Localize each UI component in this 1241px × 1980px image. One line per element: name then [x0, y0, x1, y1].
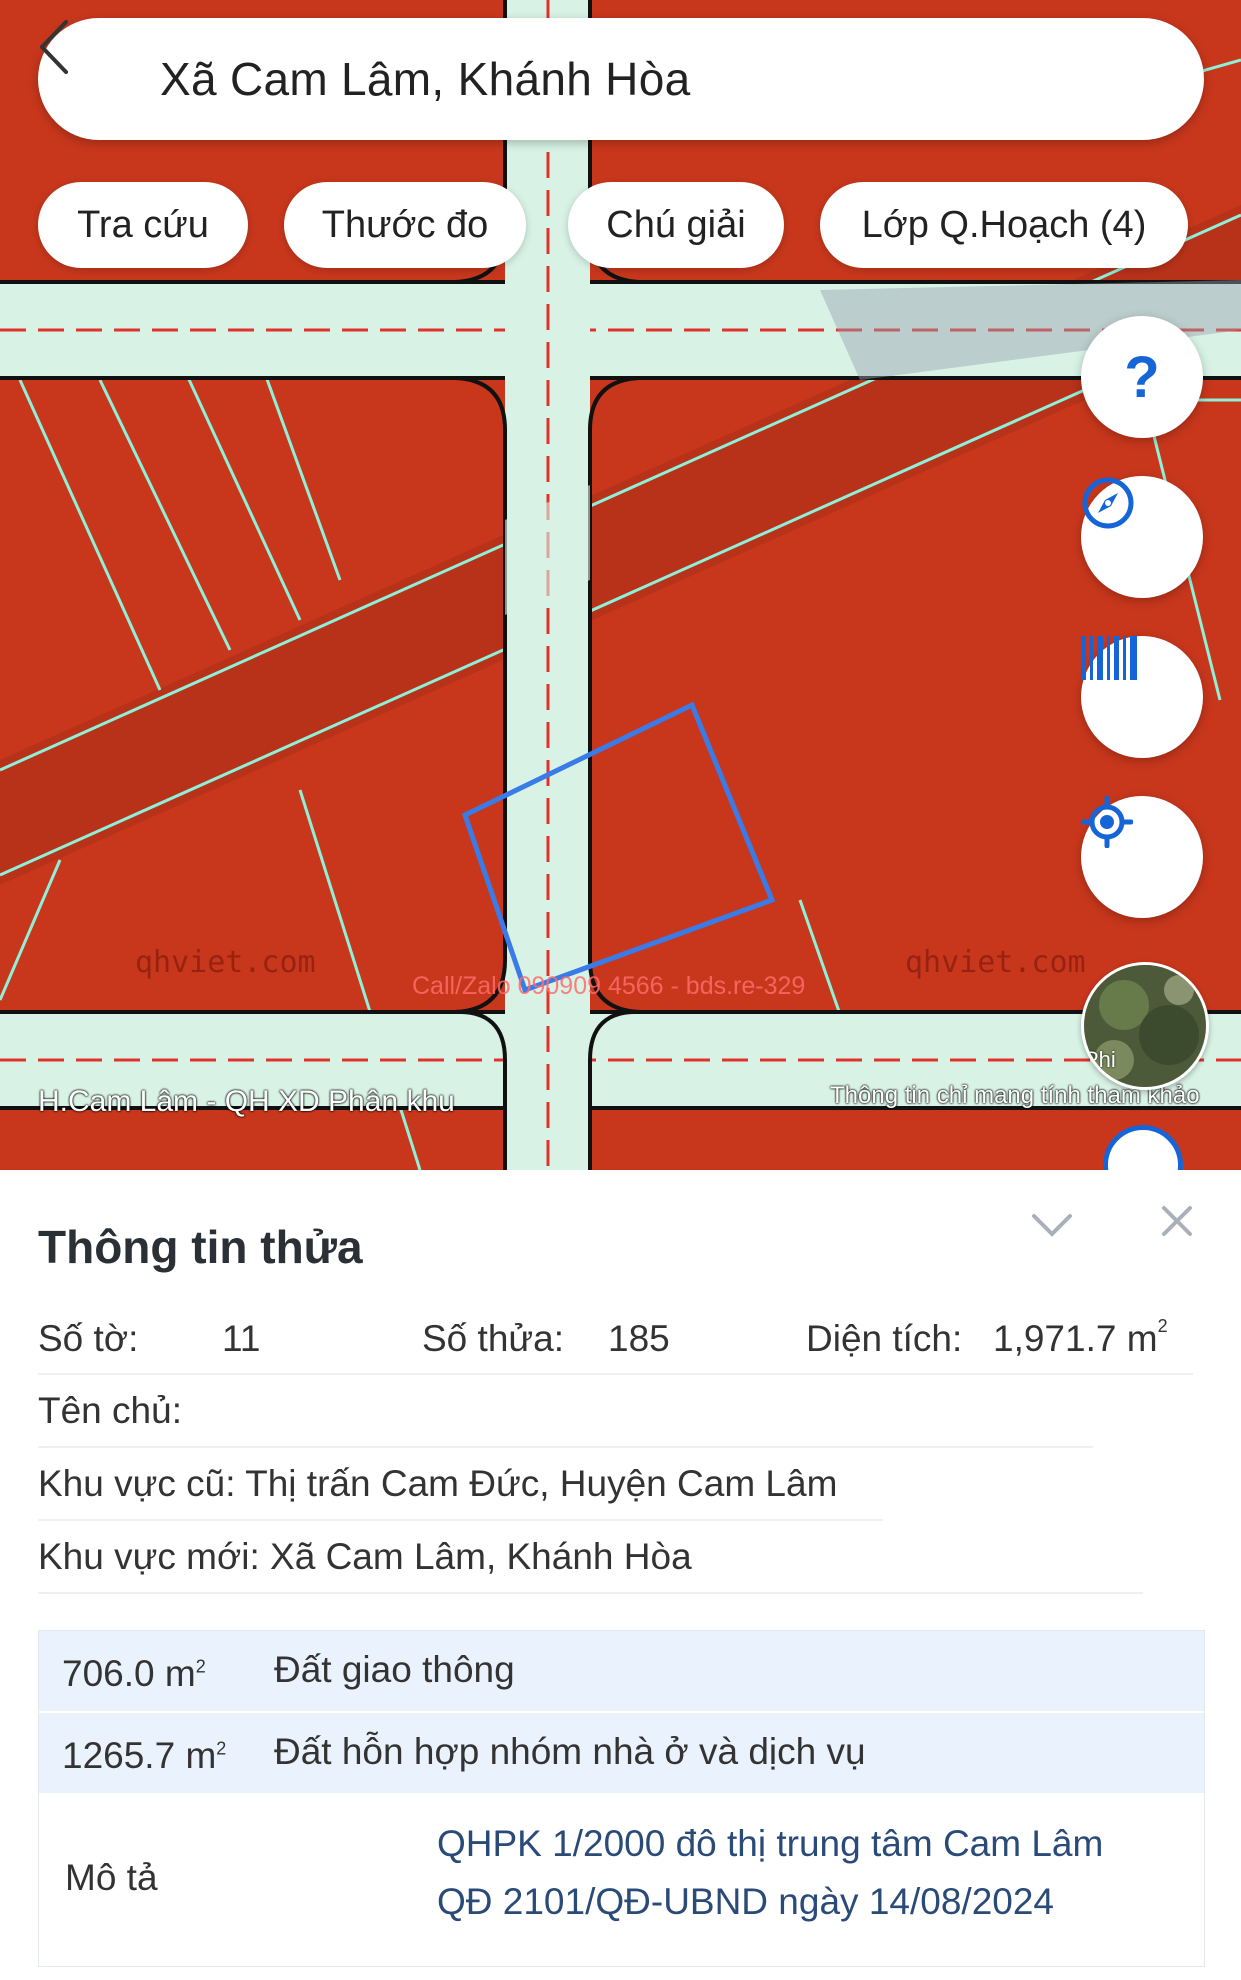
- close-icon[interactable]: [1160, 1204, 1194, 1238]
- chip-thuoc-do[interactable]: Thước đo: [284, 182, 526, 268]
- description-label: Mô tả: [65, 1857, 158, 1898]
- land-use-type: Đất giao thông: [274, 1649, 515, 1690]
- chevron-left-icon: [40, 20, 68, 74]
- compass-icon: [1082, 477, 1134, 529]
- ten-chu-label: Tên chủ:: [38, 1390, 182, 1431]
- so-thua-label: Số thửa:: [422, 1318, 565, 1359]
- description-row: Mô tả QHPK 1/2000 đô thị trung tâm Cam L…: [39, 1793, 1204, 1966]
- back-button[interactable]: [40, 20, 120, 109]
- land-use-table: 706.0 m2 Đất giao thông 1265.7 m2 Đất hỗ…: [38, 1630, 1205, 1967]
- search-header: Xã Cam Lâm, Khánh Hòa: [38, 18, 1204, 140]
- chip-tra-cuu[interactable]: Tra cứu: [38, 182, 248, 268]
- land-use-area: 706.0 m2: [62, 1653, 206, 1694]
- khu-vuc-moi: Khu vực mới: Xã Cam Lâm, Khánh Hòa: [38, 1536, 692, 1577]
- dien-tich-label: Diện tích:: [806, 1318, 963, 1359]
- location-title[interactable]: Xã Cam Lâm, Khánh Hòa: [160, 52, 690, 106]
- land-use-row: 1265.7 m2 Đất hỗn hợp nhóm nhà ở và dịch…: [39, 1713, 1204, 1793]
- land-use-type: Đất hỗn hợp nhóm nhà ở và dịch vụ: [274, 1731, 866, 1772]
- map-view[interactable]: qhviet.com qhviet.com Call/Zalo 090909 4…: [0, 0, 1241, 1170]
- satellite-toggle[interactable]: Phi: [1081, 962, 1209, 1090]
- khu-vuc-cu: Khu vực cũ: Thị trấn Cam Đức, Huyện Cam …: [38, 1463, 838, 1504]
- watermark-left: qhviet.com: [135, 945, 316, 980]
- locate-icon: [1081, 796, 1133, 848]
- barcode-icon: [1081, 636, 1137, 680]
- barcode-button[interactable]: [1081, 636, 1203, 758]
- so-thua-value: 185: [608, 1318, 670, 1359]
- dien-tich-value: 1,971.7 m2: [993, 1315, 1168, 1359]
- chip-chu-giai[interactable]: Chú giải: [568, 182, 784, 268]
- satellite-label: Phi: [1084, 1047, 1116, 1072]
- compass-button[interactable]: [1081, 476, 1203, 598]
- land-use-area: 1265.7 m2: [62, 1735, 227, 1776]
- panel-title: Thông tin thửa: [38, 1221, 363, 1273]
- question-icon: ?: [1124, 344, 1160, 410]
- help-button[interactable]: ?: [1081, 316, 1203, 438]
- so-to-label: Số tờ:: [38, 1318, 139, 1359]
- my-location-button[interactable]: [1081, 796, 1203, 918]
- divider: [38, 1592, 1143, 1594]
- description-text: QHPK 1/2000 đô thị trung tâm Cam Lâm QĐ …: [437, 1815, 1103, 1931]
- land-use-row: 706.0 m2 Đất giao thông: [39, 1631, 1204, 1711]
- divider: [38, 1373, 1193, 1375]
- so-to-value: 11: [222, 1318, 261, 1359]
- contact-watermark: Call/Zalo 090909 4566 - bds.re-329: [412, 972, 806, 1000]
- divider: [38, 1519, 883, 1521]
- description-line: QĐ 2101/QĐ-UBND ngày 14/08/2024: [437, 1881, 1055, 1922]
- divider: [38, 1446, 1093, 1448]
- description-line: QHPK 1/2000 đô thị trung tâm Cam Lâm: [437, 1823, 1104, 1864]
- chevron-down-icon[interactable]: [1030, 1210, 1074, 1240]
- watermark-right: qhviet.com: [905, 945, 1086, 980]
- chip-lop-quy-hoach[interactable]: Lớp Q.Hoạch (4): [820, 182, 1188, 268]
- map-layer-label: H.Cam Lâm - QH XD Phân khu: [38, 1085, 455, 1118]
